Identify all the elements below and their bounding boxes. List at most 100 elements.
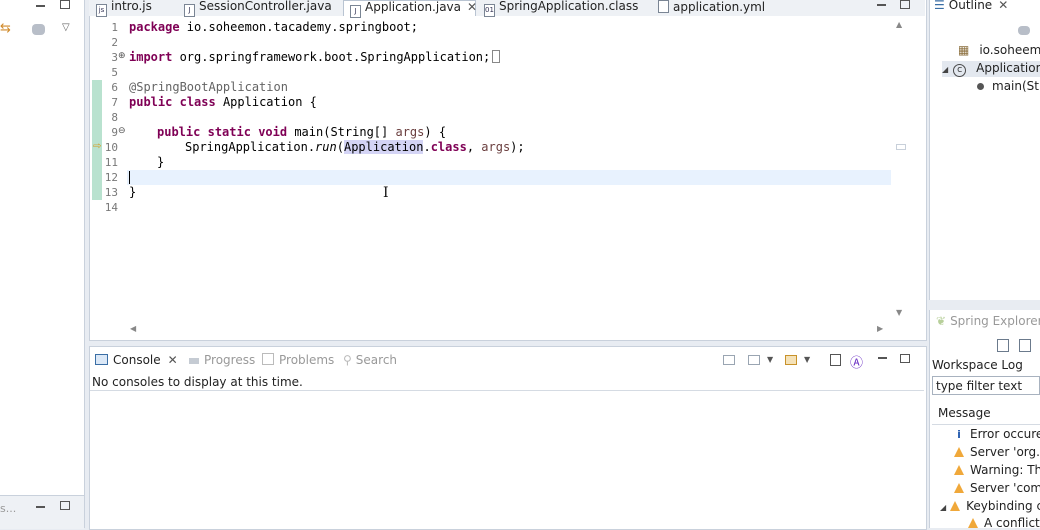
view-menu-icon[interactable]: ▽ <box>62 22 70 33</box>
close-tab-icon[interactable]: ✕ <box>168 353 178 367</box>
code-line-run-call[interactable]: SpringApplication.run(Application.class,… <box>185 140 525 155</box>
log-row[interactable]: Server 'org.e <box>954 445 1040 459</box>
tab-spring-application-class[interactable]: 01 SpringApplication.class <box>484 0 638 17</box>
line-number: 12 <box>104 171 118 184</box>
progress-icon <box>189 358 199 364</box>
warning-icon <box>950 501 961 511</box>
tab-intro-js[interactable]: js intro.js <box>96 0 152 17</box>
line-number: 3 <box>111 51 118 64</box>
code-line-close-method[interactable]: } <box>157 155 164 170</box>
tab-application-java[interactable]: J Application.java ✕ <box>343 0 477 18</box>
info-icon: i <box>957 428 961 441</box>
scroll-right-icon[interactable]: ▶ <box>877 324 883 333</box>
line-number: 8 <box>111 111 118 124</box>
message-column-header[interactable]: Message <box>932 404 1040 425</box>
editor-minimize-button[interactable] <box>877 4 886 6</box>
method-icon <box>977 83 984 90</box>
log-row[interactable]: ◢ Keybinding c <box>940 499 1040 513</box>
log-row[interactable]: Server 'com. <box>954 481 1040 495</box>
outline-item-method[interactable]: main(St <box>977 79 1039 93</box>
editor-vertical-scrollbar[interactable]: ▲ ▼ <box>893 20 907 320</box>
warning-icon <box>954 447 964 457</box>
line-number: 10 <box>104 141 118 154</box>
link-editor-icon[interactable]: ⇆ <box>0 22 14 36</box>
log-row[interactable]: Warning: The <box>954 463 1040 477</box>
occurrence-highlight: Application <box>343 140 424 154</box>
problems-icon <box>262 353 274 365</box>
code-line-close-class[interactable]: } <box>129 185 136 200</box>
close-tab-icon[interactable]: ✕ <box>998 0 1008 12</box>
filter-icon[interactable] <box>32 24 45 35</box>
line-number: 11 <box>104 156 118 169</box>
spring-leaf-icon: ❦ <box>936 314 947 328</box>
line-number: 14 <box>104 201 118 214</box>
scroll-up-icon[interactable]: ▲ <box>896 20 902 29</box>
text-cursor <box>129 171 130 184</box>
left-bottom-label: s... <box>0 502 17 515</box>
code-line-class-decl[interactable]: public class Application { <box>129 95 317 110</box>
editor-maximize-button[interactable] <box>900 0 910 9</box>
close-tab-icon[interactable]: ✕ <box>467 0 477 14</box>
code-line-package[interactable]: package io.soheemon.tacademy.springboot; <box>129 20 418 35</box>
code-line-import[interactable]: import org.springframework.boot.SpringAp… <box>129 50 501 65</box>
folded-import-marker[interactable] <box>492 50 501 63</box>
left-maximize-button[interactable] <box>60 0 70 9</box>
java-file-icon: J <box>184 4 195 17</box>
line-number: 7 <box>111 96 118 109</box>
line-number: 5 <box>111 66 118 79</box>
log-toolbar-icon[interactable] <box>997 339 1009 352</box>
display-console-icon[interactable] <box>748 355 760 365</box>
code-line-main-decl[interactable]: public static void main(String[] args) { <box>157 125 446 140</box>
outline-item-class[interactable]: ◢ C Application <box>942 61 1040 77</box>
tab-search[interactable]: ⚲ Search <box>343 352 397 368</box>
console-minimize-button[interactable] <box>878 357 887 359</box>
warning-icon <box>954 465 964 475</box>
code-line-annotation[interactable]: @SpringBootApplication <box>129 80 288 95</box>
pin-console-icon[interactable] <box>723 355 735 365</box>
scroll-down-icon[interactable]: ▼ <box>896 308 902 317</box>
outline-item-package[interactable]: ▦io.soheemon <box>958 43 1040 57</box>
expand-fold-icon[interactable]: ⊕ <box>118 51 126 61</box>
class-file-icon: 01 <box>484 4 495 17</box>
line-number: 9 <box>111 126 118 139</box>
scroll-thumb[interactable] <box>896 144 906 150</box>
left-bottom-maximize-button[interactable] <box>60 501 70 510</box>
open-console-icon[interactable] <box>785 355 797 365</box>
log-row[interactable]: iError occured <box>954 427 1040 441</box>
tab-progress[interactable]: Progress <box>189 352 255 368</box>
outline-tab[interactable]: ☰ Outline ✕ <box>934 0 1008 12</box>
chevron-down-icon[interactable]: ▼ <box>767 355 773 364</box>
collapse-icon[interactable]: ◢ <box>942 65 948 74</box>
mouse-ibeam-cursor-icon: I <box>383 185 389 201</box>
tab-problems[interactable]: Problems <box>262 352 334 368</box>
chevron-down-icon[interactable]: ▼ <box>804 355 810 364</box>
tab-console[interactable]: Console ✕ <box>95 352 178 368</box>
tab-session-controller[interactable]: J SessionController.java <box>184 0 332 17</box>
js-file-icon: js <box>96 4 107 17</box>
line-number: 13 <box>104 186 118 199</box>
outline-icon: ☰ <box>934 0 945 12</box>
outline-toolbar-icon[interactable] <box>1018 26 1030 35</box>
warning-icon <box>968 518 978 528</box>
console-maximize-button[interactable] <box>900 354 910 363</box>
current-line-highlight <box>127 170 891 185</box>
left-panel <box>0 0 85 528</box>
java-file-icon: J <box>350 5 361 18</box>
editor-horizontal-scrollbar[interactable]: ◀ ▶ <box>127 323 887 337</box>
collapse-icon[interactable]: ◢ <box>940 503 946 512</box>
console-message: No consoles to display at this time. <box>92 375 303 389</box>
search-icon: ⚲ <box>343 353 352 367</box>
line-number: 2 <box>111 36 118 49</box>
tab-application-yml[interactable]: application.yml <box>658 0 765 15</box>
log-toolbar-icon[interactable] <box>1019 339 1031 352</box>
left-bottom-minimize-button[interactable] <box>36 506 45 508</box>
console-panel <box>89 346 927 530</box>
console-settings-icon[interactable] <box>830 354 841 366</box>
spring-explorer-tab[interactable]: ❦ Spring Explorer <box>936 314 1040 328</box>
left-minimize-button[interactable] <box>36 5 45 7</box>
line-number: 6 <box>111 81 118 94</box>
scroll-left-icon[interactable]: ◀ <box>130 324 136 333</box>
spring-boot-icon[interactable]: Ⓐ <box>850 352 863 371</box>
filter-input[interactable]: type filter text <box>932 376 1040 395</box>
collapse-fold-icon[interactable]: ⊖ <box>118 126 126 136</box>
